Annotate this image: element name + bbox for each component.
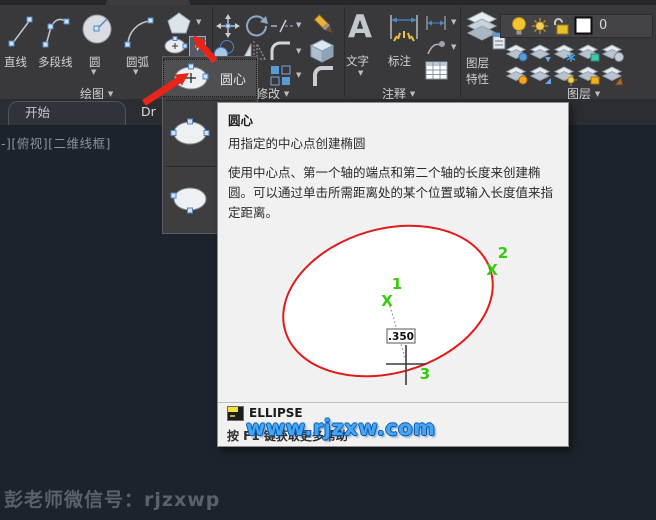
panel-separator bbox=[460, 7, 461, 97]
dimension-icon[interactable] bbox=[388, 13, 420, 45]
layers-panel-caret: ▼ bbox=[595, 90, 600, 98]
menu-item-label: 圆心 bbox=[220, 69, 246, 88]
polygon-dropdown-caret[interactable]: ▼ bbox=[196, 18, 201, 26]
diagram-rubber-line bbox=[390, 306, 406, 361]
linear-dim-icon[interactable] bbox=[425, 15, 447, 31]
layer-unlock-icon[interactable] bbox=[551, 16, 571, 36]
erase-icon[interactable] bbox=[311, 13, 339, 39]
array-dropdown-caret[interactable]: ▼ bbox=[296, 71, 301, 79]
move-icon[interactable] bbox=[216, 14, 240, 38]
layer-tools-grid[interactable] bbox=[505, 43, 653, 87]
polygon-icon[interactable] bbox=[166, 11, 192, 35]
ellipse-center-tooltip: 圆心 用指定的中心点创建椭圆 使用中心点、第一个轴的端点和第二个轴的长度来创建椭… bbox=[217, 102, 569, 447]
presspull-icon[interactable] bbox=[311, 65, 337, 89]
array-icon[interactable] bbox=[270, 65, 292, 87]
point2-label: 2 bbox=[498, 244, 508, 262]
point1-x-mark: X bbox=[381, 292, 393, 310]
circle-dropdown-caret[interactable]: ▼ bbox=[91, 68, 96, 76]
leader-icon[interactable] bbox=[425, 38, 447, 56]
ribbon: 直线 多段线 圆 圆弧 ▼ ▼ ▼ ▼ 绘图 ▼ bbox=[0, 5, 656, 100]
polyline-icon[interactable] bbox=[41, 13, 75, 51]
footer-wechat-text: 彭老师微信号：rjzxwp bbox=[4, 485, 220, 512]
layer-props-label-2[interactable]: 特性 bbox=[466, 71, 489, 87]
tool-label-line[interactable]: 直线 bbox=[4, 54, 27, 70]
table-icon[interactable] bbox=[425, 61, 449, 81]
text-icon[interactable]: A bbox=[348, 9, 372, 45]
ellipse-diagram: .350 X 1 X 2 3 bbox=[218, 103, 570, 448]
point1-label: 1 bbox=[392, 275, 402, 293]
dim-tool-label[interactable]: 标注 bbox=[388, 53, 411, 69]
layer-color-swatch[interactable] bbox=[574, 16, 593, 35]
elliptical-arc-icon bbox=[169, 181, 211, 217]
line-icon[interactable] bbox=[7, 13, 35, 51]
tooltip-body: 使用中心点、第一个轴的端点和第二个轴的长度来创建椭圆。可以通过单击所需距离处的某… bbox=[228, 163, 564, 223]
tooltip-subtitle: 用指定的中心点创建椭圆 bbox=[228, 133, 366, 152]
distance-input-box bbox=[387, 329, 415, 343]
linear-dim-caret[interactable]: ▼ bbox=[451, 18, 456, 26]
arc-icon[interactable] bbox=[124, 12, 156, 50]
distance-value: .350 bbox=[388, 331, 414, 343]
tool-label-polyline[interactable]: 多段线 bbox=[38, 54, 73, 70]
tooltip-separator bbox=[218, 402, 568, 403]
rotate-icon[interactable] bbox=[244, 14, 268, 38]
start-tab[interactable]: 开始 bbox=[8, 101, 126, 125]
autocad-window: 直线 多段线 圆 圆弧 ▼ ▼ ▼ ▼ 绘图 ▼ bbox=[0, 0, 656, 520]
ellipse-dropdown-button[interactable]: ▼ bbox=[189, 36, 206, 57]
trim-dropdown-caret[interactable]: ▼ bbox=[296, 21, 301, 29]
tooltip-title: 圆心 bbox=[228, 110, 253, 129]
explode-icon[interactable] bbox=[309, 38, 335, 64]
point3-label: 3 bbox=[420, 365, 430, 383]
layer-thaw-sun-icon[interactable] bbox=[531, 17, 549, 35]
fillet-icon[interactable] bbox=[269, 40, 293, 62]
modify-panel-caret: ▼ bbox=[284, 90, 289, 98]
trim-icon[interactable] bbox=[270, 18, 294, 34]
diagram-ellipse bbox=[265, 202, 510, 399]
command-icon bbox=[227, 406, 244, 421]
arc-dropdown-caret[interactable]: ▼ bbox=[133, 68, 138, 76]
current-layer-name[interactable]: 0 bbox=[599, 18, 607, 33]
fillet-dropdown-caret[interactable]: ▼ bbox=[296, 47, 301, 55]
viewport-controls[interactable]: -][俯视][二维线框] bbox=[1, 133, 111, 152]
layer-props-label-1[interactable]: 图层 bbox=[466, 55, 489, 71]
panel-separator bbox=[344, 7, 345, 97]
ellipse-center-icon bbox=[170, 63, 212, 93]
text-dropdown-caret[interactable]: ▼ bbox=[358, 69, 363, 77]
draw-panel-caret: ▼ bbox=[108, 90, 113, 98]
ellipse-axis-icon bbox=[169, 115, 211, 151]
drawing-tab[interactable]: Dr bbox=[141, 104, 156, 119]
watermark: www.rjzxw.com bbox=[246, 416, 435, 440]
menu-item-center[interactable]: 圆心 bbox=[163, 59, 257, 97]
layer-on-bulb-icon[interactable] bbox=[511, 16, 528, 36]
circle-icon[interactable] bbox=[81, 12, 115, 50]
point2-x-mark: X bbox=[486, 261, 498, 279]
crosshair-cursor bbox=[386, 345, 426, 385]
annotate-panel-caret: ▼ bbox=[410, 90, 415, 98]
leader-caret[interactable]: ▼ bbox=[451, 43, 456, 51]
ellipse-tool-icon[interactable] bbox=[162, 36, 189, 57]
text-tool-label[interactable]: 文字 bbox=[346, 53, 369, 69]
